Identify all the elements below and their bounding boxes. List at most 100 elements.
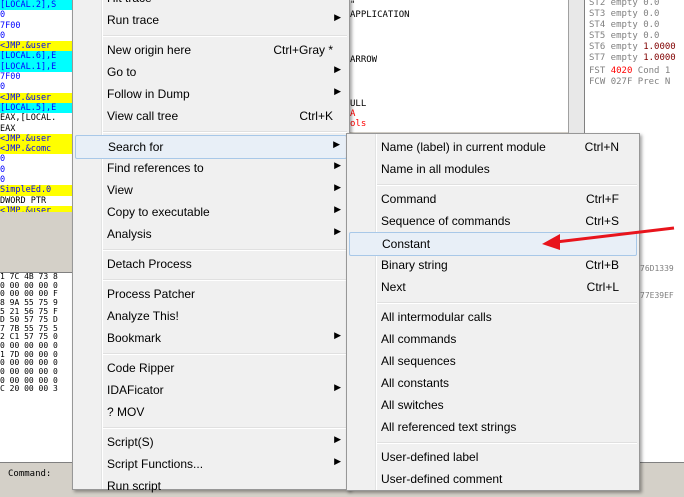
submenu-arrow-icon: ▶ (334, 204, 341, 214)
menu-item-shortcut: Ctrl+Gray * (273, 43, 333, 57)
disasm-row[interactable]: <JMP.&user (0, 205, 72, 212)
menu-item-run-script[interactable]: Run script (75, 475, 347, 497)
menu-item-shortcut: Ctrl+F (586, 192, 619, 206)
register-value: 1.0000 (643, 42, 676, 52)
menu-separator (103, 427, 347, 429)
menu-item-label: All referenced text strings (381, 420, 517, 434)
disasm-row[interactable]: EAX,[LOCAL. (0, 113, 72, 123)
fst-register: FST 4020 Cond 1 (589, 66, 671, 76)
menu-item-name-label-in-current-module[interactable]: Name (label) in current module Ctrl+N (349, 136, 637, 158)
disasm-row[interactable]: DWORD PTR (0, 196, 72, 206)
menu-item-all-referenced-text-strings[interactable]: All referenced text strings (349, 416, 637, 438)
menu-item-label: User-defined label (381, 450, 479, 464)
disasm-row[interactable]: 0 (0, 82, 72, 92)
register-value: 0.0 (643, 9, 660, 19)
disasm-row[interactable]: 0 (0, 165, 72, 175)
menu-item-user-defined-comment[interactable]: User-defined comment (349, 468, 637, 490)
submenu-arrow-icon: ▶ (334, 0, 341, 1)
menu-separator (103, 353, 347, 355)
disasm-row[interactable]: [LOCAL.6],E (0, 51, 72, 62)
menu-item-mov[interactable]: ? MOV (75, 401, 347, 423)
register-value: 0.0 (643, 20, 660, 30)
disasm-row[interactable]: 0 (0, 154, 72, 164)
comment-text: A (350, 109, 356, 119)
menu-item-user-defined-label[interactable]: User-defined label (349, 446, 637, 468)
annotation-arrow-icon (542, 226, 675, 250)
menu-item-label: Search for (108, 140, 164, 154)
disasm-row[interactable]: [LOCAL.2],S (0, 0, 72, 11)
disasm-row[interactable]: 7F00 (0, 72, 72, 82)
menu-item-label: Name in all modules (381, 162, 490, 176)
disasm-row[interactable]: 0 (0, 31, 72, 41)
disasm-row[interactable]: [LOCAL.1],E (0, 61, 72, 73)
menu-item-label: Go to (107, 65, 137, 79)
menu-item-label: All switches (381, 398, 444, 412)
menu-item-next[interactable]: Next Ctrl+L (349, 276, 637, 298)
menu-item-label: IDAFicator (107, 383, 164, 397)
menu-item-label: Hit trace (107, 0, 152, 5)
menu-item-label: Constant (382, 237, 431, 251)
menu-item-all-intermodular-calls[interactable]: All intermodular calls (349, 306, 637, 328)
disasm-row[interactable]: <JMP.&comc (0, 144, 72, 155)
disasm-row[interactable]: EAX (0, 124, 72, 134)
submenu-arrow-icon: ▶ (334, 86, 341, 96)
menu-item-new-origin-here[interactable]: New origin here Ctrl+Gray * (75, 39, 347, 61)
menu-item-shortcut: Ctrl+K (299, 109, 333, 123)
menu-item-label: Run trace (107, 13, 160, 27)
menu-item-analysis[interactable]: Analysis ▶ (75, 223, 347, 245)
disasm-row[interactable]: <JMP.&user (0, 92, 72, 103)
menu-item-view-call-tree[interactable]: View call tree Ctrl+K (75, 105, 347, 127)
disasm-row[interactable]: 0 (0, 10, 72, 20)
disasm-row[interactable]: SimpleEd.0 (0, 185, 72, 196)
menu-separator (377, 184, 637, 186)
menu-item-all-constants[interactable]: All constants (349, 372, 637, 394)
menu-item-all-sequences[interactable]: All sequences (349, 350, 637, 372)
menu-item-detach-process[interactable]: Detach Process (75, 253, 347, 275)
menu-item-analyze-this[interactable]: Analyze This! (75, 305, 347, 327)
disasm-row[interactable]: [LOCAL.5],E (0, 102, 72, 114)
menu-item-find-references-to[interactable]: Find references to ▶ (75, 157, 347, 179)
menu-item-follow-in-dump[interactable]: Follow in Dump ▶ (75, 83, 347, 105)
menu-item-idaficator[interactable]: IDAFicator ▶ (75, 379, 347, 401)
menu-item-name-in-all-modules[interactable]: Name in all modules (349, 158, 637, 180)
submenu-arrow-icon: ▶ (334, 160, 341, 170)
menu-item-all-switches[interactable]: All switches (349, 394, 637, 416)
menu-item-copy-to-executable[interactable]: Copy to executable ▶ (75, 201, 347, 223)
menu-item-label: Script(S) (107, 435, 154, 449)
register-name: ST4 empty (589, 20, 638, 30)
menu-item-run-trace[interactable]: Run trace ▶ (75, 9, 347, 31)
menu-item-label: Analyze This! (107, 309, 179, 323)
menu-item-label: New origin here (107, 43, 192, 57)
menu-item-view[interactable]: View ▶ (75, 179, 347, 201)
disasm-row[interactable]: <JMP.&user (0, 133, 72, 145)
menu-item-all-commands[interactable]: All commands (349, 328, 637, 350)
disasm-row[interactable]: 7F00 (0, 21, 72, 31)
menu-item-label: All sequences (381, 354, 456, 368)
menu-item-script-s[interactable]: Script(S) ▶ (75, 431, 347, 453)
disasm-row[interactable]: <JMP.&user (0, 41, 72, 52)
disassembly-pane-left[interactable]: [LOCAL.2],S 0 7F00 0 <JMP.&user [LOCAL.6],E [L… (0, 0, 72, 212)
menu-item-label: Follow in Dump (107, 87, 190, 101)
submenu-arrow-icon: ▶ (334, 330, 341, 340)
menu-separator (103, 279, 347, 281)
search-for-submenu: Name (label) in current module Ctrl+N Name… (346, 133, 640, 491)
disassembly-comments-pane: " APPLICATION ARROW ULL Aols (346, 0, 568, 132)
fpu-register-row: ST2 empty 0.0 (589, 0, 659, 8)
menu-item-search-for[interactable]: Search for ▶ (75, 135, 347, 159)
disasm-row[interactable]: 0 (0, 175, 72, 185)
menu-item-bookmark[interactable]: Bookmark ▶ (75, 327, 347, 349)
menu-item-code-ripper[interactable]: Code Ripper (75, 357, 347, 379)
submenu-arrow-icon: ▶ (334, 12, 341, 22)
stack-row: 76D1339 (640, 264, 674, 273)
menu-item-label: Next (381, 280, 406, 294)
menu-item-shortcut: Ctrl+L (586, 280, 619, 294)
menu-item-hit-trace[interactable]: Hit trace ▶ (75, 0, 347, 9)
submenu-arrow-icon: ▶ (334, 382, 341, 392)
menu-item-command[interactable]: Command Ctrl+F (349, 188, 637, 210)
fpu-register-row: ST6 empty 1.0000 (589, 42, 676, 52)
menu-item-process-patcher[interactable]: Process Patcher (75, 283, 347, 305)
menu-item-script-functions[interactable]: Script Functions... ▶ (75, 453, 347, 475)
fpu-register-row: ST3 empty 0.0 (589, 9, 659, 19)
menu-item-go-to[interactable]: Go to ▶ (75, 61, 347, 83)
menu-item-label: Name (label) in current module (381, 140, 546, 154)
